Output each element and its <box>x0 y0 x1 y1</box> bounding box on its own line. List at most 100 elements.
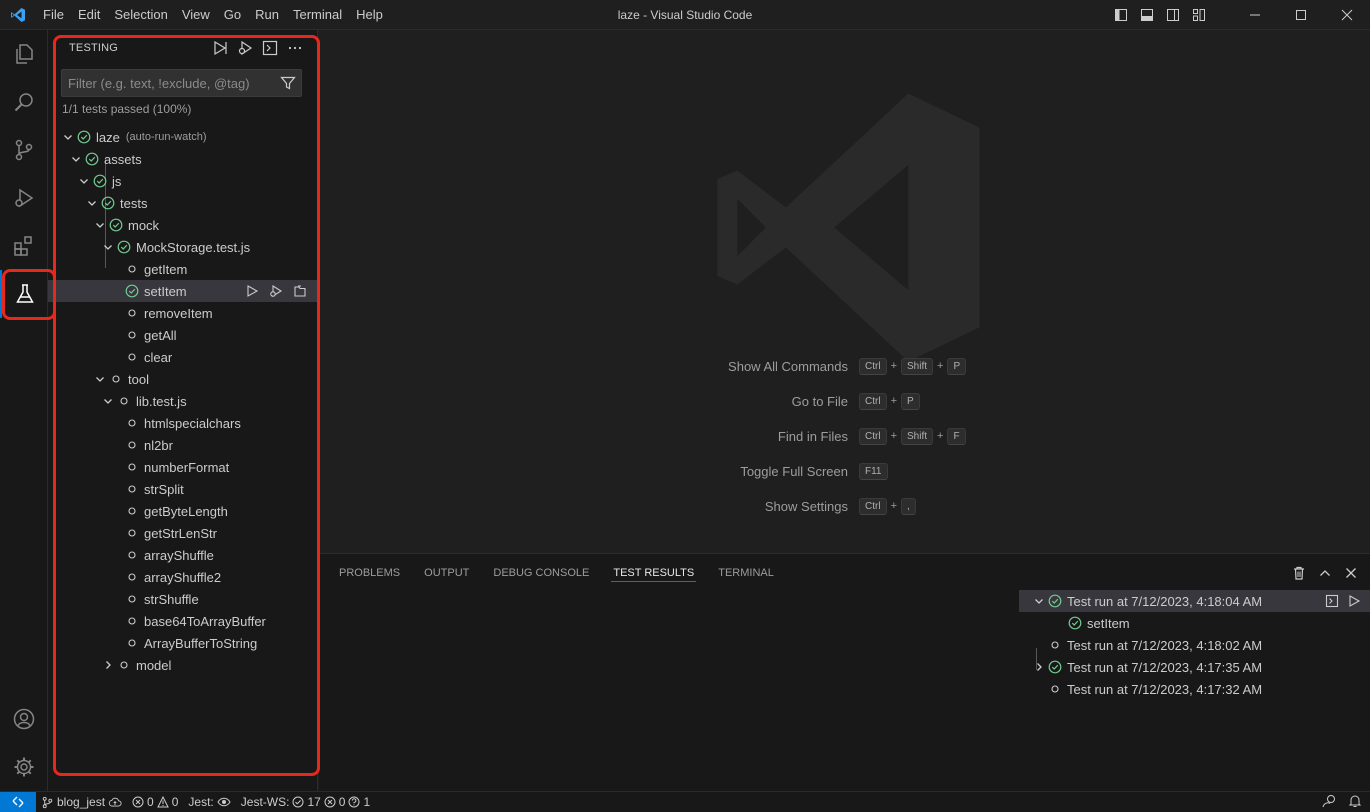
maximize-button[interactable] <box>1278 0 1324 30</box>
jest-status[interactable]: Jest: <box>183 792 235 812</box>
test-tree-item[interactable]: htmlspecialchars <box>48 412 318 434</box>
minimize-button[interactable] <box>1232 0 1278 30</box>
test-tree-item[interactable]: removeItem <box>48 302 318 324</box>
toggle-secondary-sidebar-icon[interactable] <box>1160 0 1186 30</box>
test-run-item[interactable]: Test run at 7/12/2023, 4:18:04 AM <box>1019 590 1370 612</box>
passed-check-icon <box>1067 615 1083 631</box>
test-tree-item[interactable]: getItem <box>48 258 318 280</box>
chevron-down-icon[interactable] <box>1031 593 1047 609</box>
test-tree-item[interactable]: arrayShuffle2 <box>48 566 318 588</box>
filter-icon[interactable] <box>275 70 301 96</box>
test-tree-item[interactable]: tests <box>48 192 318 214</box>
run-tests-icon[interactable] <box>209 37 231 59</box>
chevron-down-icon[interactable] <box>92 217 108 233</box>
menu-go[interactable]: Go <box>217 0 248 30</box>
test-run-item[interactable]: Test run at 7/12/2023, 4:17:35 AM <box>1019 656 1370 678</box>
menu-selection[interactable]: Selection <box>107 0 174 30</box>
extensions-icon[interactable] <box>0 222 48 270</box>
chevron-down-icon[interactable] <box>84 195 100 211</box>
chevron-right-icon[interactable] <box>1031 659 1047 675</box>
clear-results-trash-icon[interactable] <box>1288 562 1310 584</box>
menu-file[interactable]: File <box>36 0 71 30</box>
test-run-item[interactable]: setItem <box>1019 612 1370 634</box>
menu-run[interactable]: Run <box>248 0 286 30</box>
show-output-icon[interactable] <box>259 37 281 59</box>
feedback-icon[interactable] <box>1322 794 1336 811</box>
test-tree-item[interactable]: tool <box>48 368 318 390</box>
test-tree-item[interactable]: assets <box>48 148 318 170</box>
maximize-panel-chevron-up-icon[interactable] <box>1314 562 1336 584</box>
test-tree-item[interactable]: MockStorage.test.js <box>48 236 318 258</box>
test-tree-item[interactable]: setItem <box>48 280 318 302</box>
go-to-test-icon[interactable] <box>290 281 310 301</box>
test-tree-item[interactable]: model <box>48 654 318 676</box>
open-output-icon[interactable] <box>1322 591 1342 611</box>
menu-view[interactable]: View <box>175 0 217 30</box>
test-tree-item[interactable]: arrayShuffle <box>48 544 318 566</box>
test-tree-item[interactable]: clear <box>48 346 318 368</box>
debug-test-icon[interactable] <box>266 281 286 301</box>
tab-debug-console[interactable]: DEBUG CONSOLE <box>481 554 601 592</box>
more-actions-icon[interactable] <box>284 37 306 59</box>
close-window-button[interactable] <box>1324 0 1370 30</box>
tab-problems[interactable]: PROBLEMS <box>327 554 412 592</box>
test-tree-item[interactable]: getStrLenStr <box>48 522 318 544</box>
test-tree-item[interactable]: base64ToArrayBuffer <box>48 610 318 632</box>
test-tree-item[interactable]: numberFormat <box>48 456 318 478</box>
toggle-primary-sidebar-icon[interactable] <box>1108 0 1134 30</box>
chevron-down-icon[interactable] <box>76 173 92 189</box>
tab-test-results[interactable]: TEST RESULTS <box>601 554 706 592</box>
run-test-icon[interactable] <box>242 281 262 301</box>
menu-help[interactable]: Help <box>349 0 390 30</box>
toggle-panel-icon[interactable] <box>1134 0 1160 30</box>
accounts-icon[interactable] <box>0 695 48 743</box>
menu-terminal[interactable]: Terminal <box>286 0 349 30</box>
test-tree-item[interactable]: laze (auto-run-watch) <box>48 126 318 148</box>
branch-status[interactable]: blog_jest <box>36 792 127 812</box>
remote-indicator-icon[interactable] <box>0 791 36 812</box>
tab-terminal[interactable]: TERMINAL <box>706 554 786 592</box>
test-tree-item[interactable]: ArrayBufferToString <box>48 632 318 654</box>
rerun-icon[interactable] <box>1344 591 1364 611</box>
test-run-item[interactable]: Test run at 7/12/2023, 4:18:02 AM <box>1019 634 1370 656</box>
run-and-debug-icon[interactable] <box>0 174 48 222</box>
close-panel-icon[interactable] <box>1340 562 1362 584</box>
test-item-label: removeItem <box>144 305 213 321</box>
chevron-down-icon[interactable] <box>60 129 76 145</box>
manage-gear-icon[interactable] <box>0 743 48 791</box>
test-item-label: strShuffle <box>144 591 199 607</box>
test-tree-item[interactable]: lib.test.js <box>48 390 318 412</box>
chevron-down-icon[interactable] <box>100 239 116 255</box>
keycap: Ctrl <box>859 497 887 515</box>
tab-output[interactable]: OUTPUT <box>412 554 481 592</box>
test-tree-item[interactable]: strShuffle <box>48 588 318 610</box>
chevron-down-icon[interactable] <box>92 371 108 387</box>
chevron-down-icon[interactable] <box>68 151 84 167</box>
notifications-bell-icon[interactable] <box>1348 794 1362 811</box>
source-control-icon[interactable] <box>0 126 48 174</box>
customize-layout-icon[interactable] <box>1186 0 1212 30</box>
test-tree-item[interactable]: nl2br <box>48 434 318 456</box>
test-tree-item[interactable]: getByteLength <box>48 500 318 522</box>
warning-count: 0 <box>171 795 179 809</box>
explorer-icon[interactable] <box>0 30 48 78</box>
passed-check-icon <box>108 217 124 233</box>
problems-status[interactable]: 0 0 <box>127 792 183 812</box>
test-run-item[interactable]: Test run at 7/12/2023, 4:17:32 AM <box>1019 678 1370 700</box>
test-tree-item[interactable]: strSplit <box>48 478 318 500</box>
jest-ws-status[interactable]: Jest-WS: 17 0 1 <box>236 792 375 812</box>
test-filter-input[interactable] <box>62 75 275 91</box>
test-item-label: strSplit <box>144 481 184 497</box>
test-item-label: arrayShuffle2 <box>144 569 222 585</box>
chevron-right-icon[interactable] <box>100 657 116 673</box>
test-tree-item[interactable]: mock <box>48 214 318 236</box>
debug-tests-icon[interactable] <box>234 37 256 59</box>
testing-icon[interactable] <box>0 270 48 318</box>
menu-edit[interactable]: Edit <box>71 0 107 30</box>
chevron-down-icon[interactable] <box>100 393 116 409</box>
test-tree-item[interactable]: getAll <box>48 324 318 346</box>
test-tree-item[interactable]: js <box>48 170 318 192</box>
title-bar: File Edit Selection View Go Run Terminal Help l… <box>0 0 1370 30</box>
not-run-circle-icon <box>124 525 140 541</box>
search-icon[interactable] <box>0 78 48 126</box>
